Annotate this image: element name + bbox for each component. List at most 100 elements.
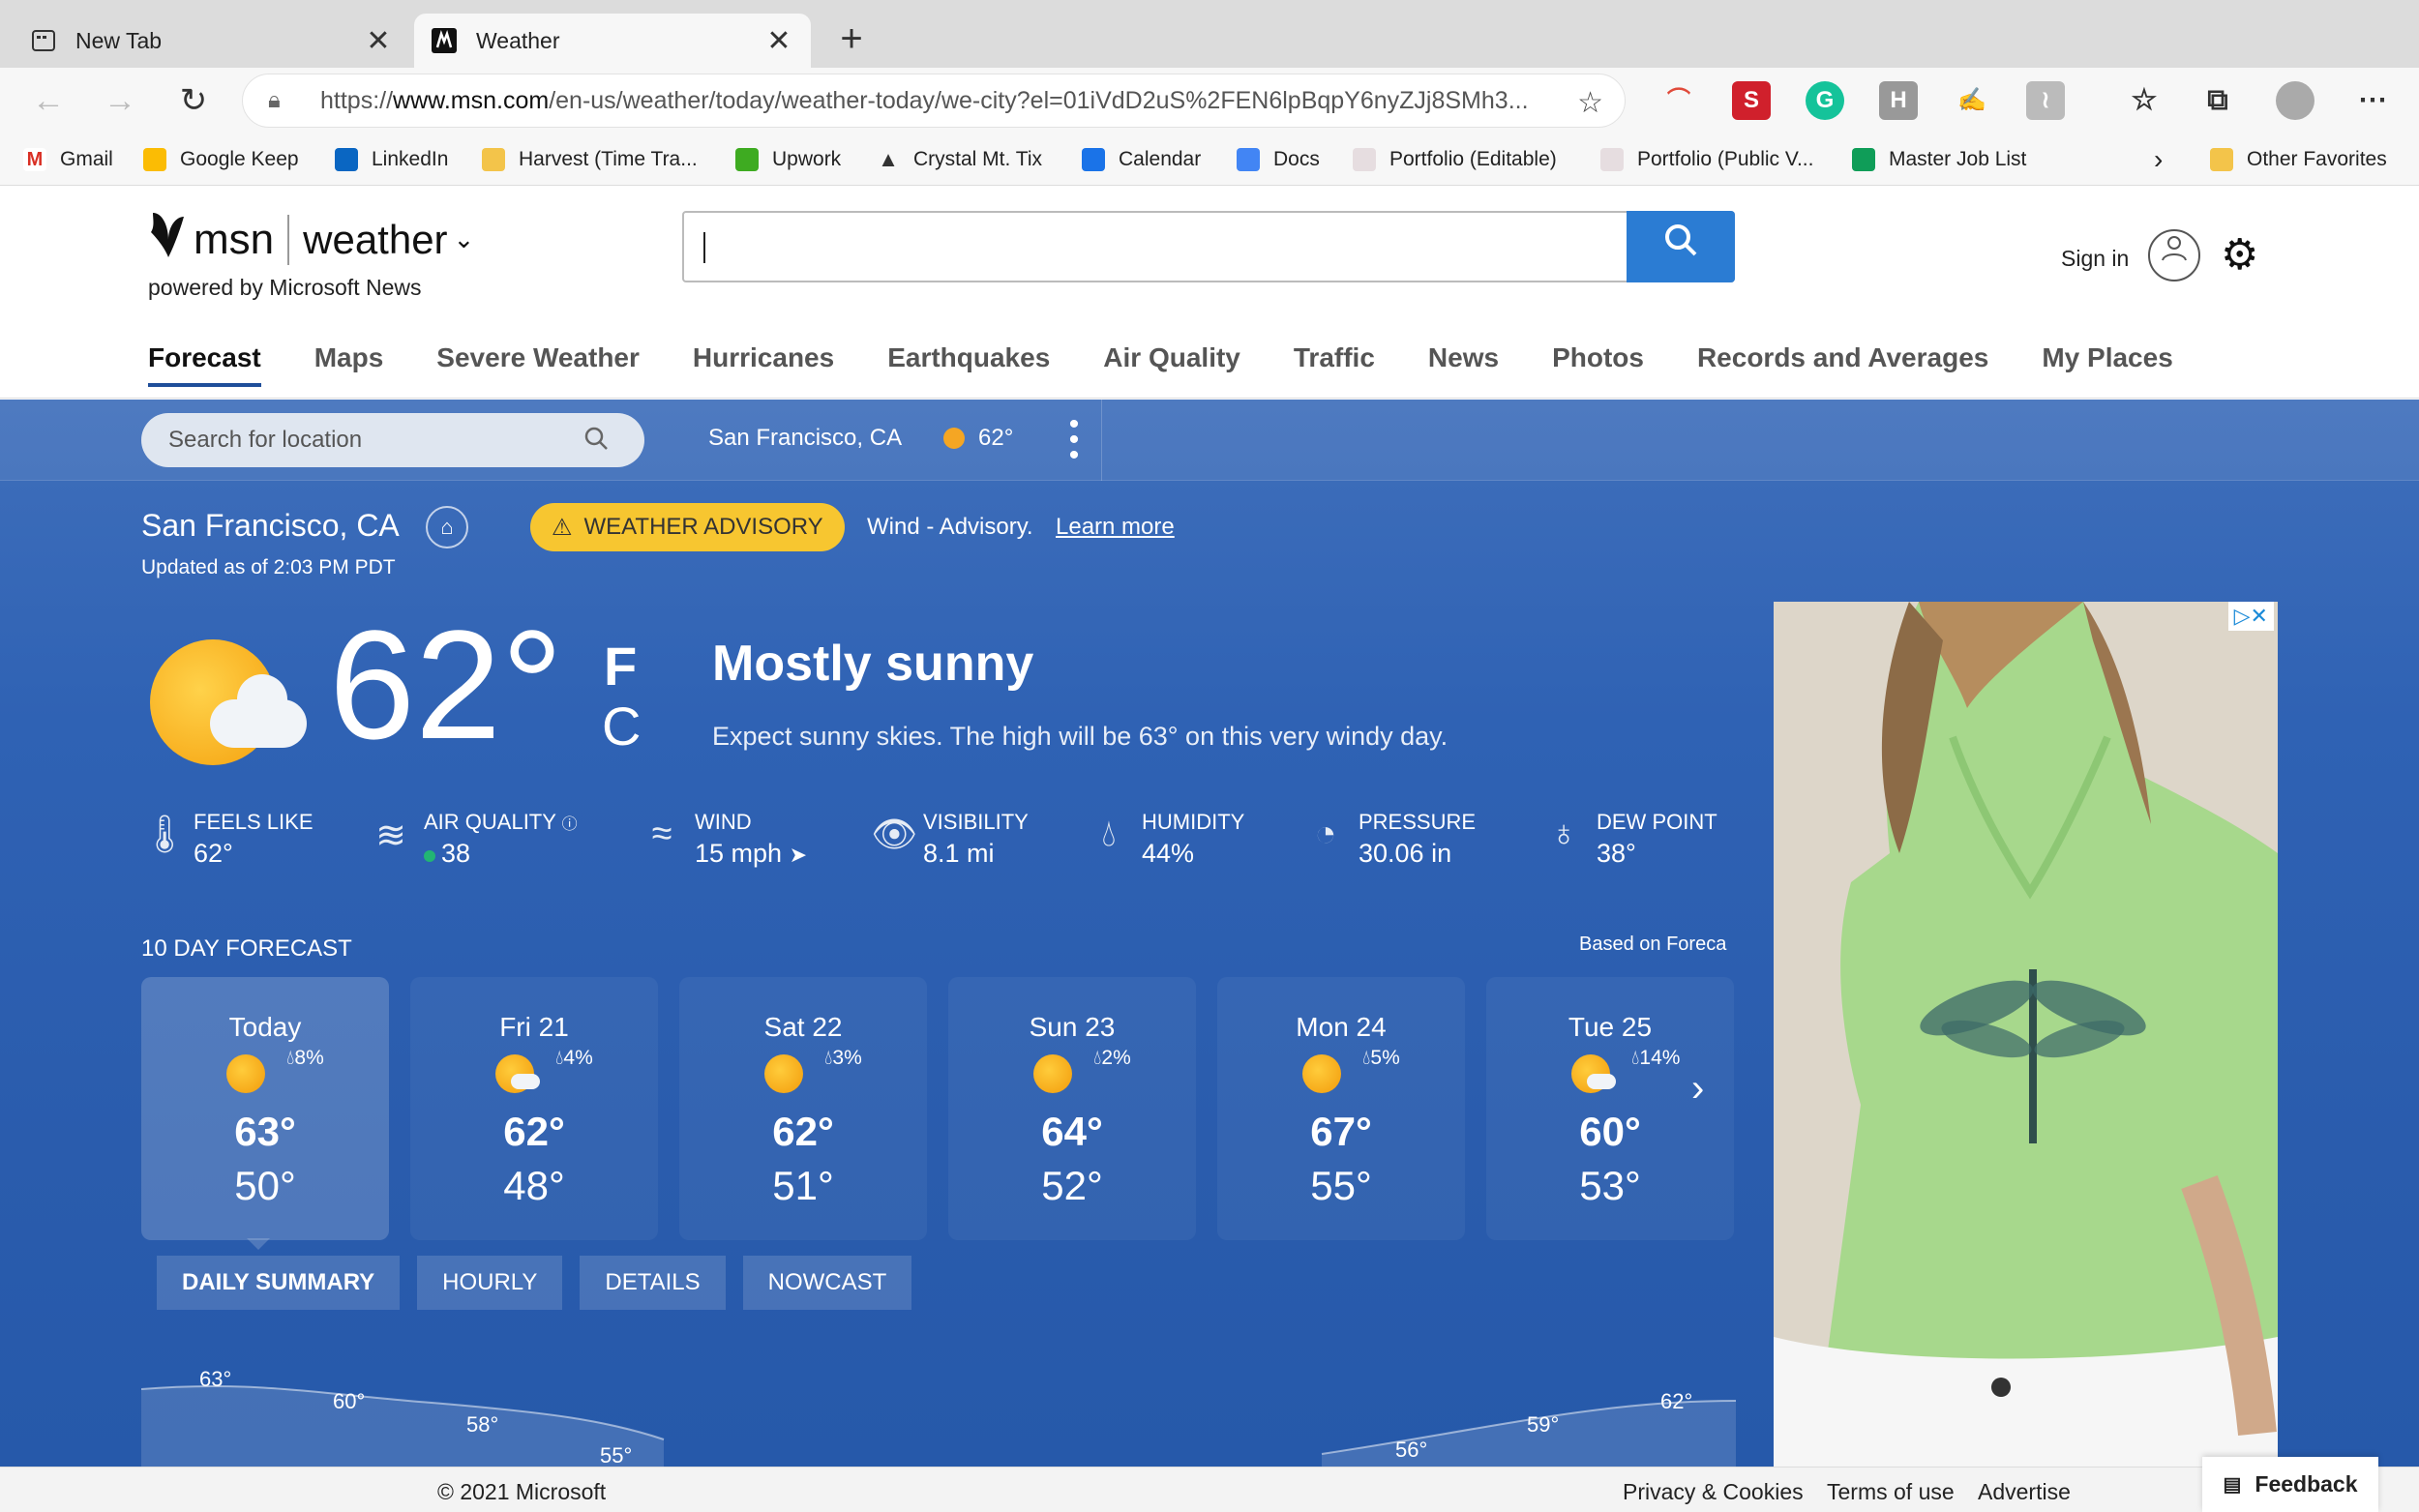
updated-time: Updated as of 2:03 PM PDT bbox=[141, 556, 396, 578]
bookmark-gmail[interactable]: M Gmail bbox=[23, 145, 113, 174]
feedback-button[interactable]: ▤ Feedback bbox=[2202, 1457, 2378, 1512]
high-temp: 64° bbox=[1041, 1109, 1103, 1154]
url-text: https://www.msn.com/en-us/weather/today/… bbox=[320, 86, 1529, 114]
tab-photos[interactable]: Photos bbox=[1552, 342, 1644, 387]
bookmark-google-keep[interactable]: Google Keep bbox=[143, 145, 299, 174]
tab-my-places[interactable]: My Places bbox=[2042, 342, 2172, 387]
precip-chance: 💧︎4% bbox=[555, 1047, 593, 1069]
logo-divider bbox=[287, 214, 290, 265]
tab-maps[interactable]: Maps bbox=[314, 342, 384, 387]
privacy-link[interactable]: Privacy & Cookies bbox=[1623, 1479, 1804, 1505]
more-menu-icon[interactable]: ⋯ bbox=[2353, 81, 2392, 120]
more-bookmarks-chevron-icon[interactable]: › bbox=[2154, 144, 2163, 174]
tab-daily-summary[interactable]: DAILY SUMMARY bbox=[157, 1256, 401, 1310]
precip-chance: 💧︎3% bbox=[824, 1047, 862, 1069]
tab-hurricanes[interactable]: Hurricanes bbox=[693, 342, 834, 387]
location-search-input[interactable]: Search for location bbox=[141, 413, 644, 467]
learn-more-link[interactable]: Learn more bbox=[1056, 514, 1175, 541]
unit-fahrenheit[interactable]: F bbox=[604, 635, 637, 697]
profile-avatar[interactable] bbox=[2276, 81, 2314, 120]
tab-news[interactable]: News bbox=[1428, 342, 1499, 387]
bookmark-harvest[interactable]: Harvest (Time Tra... bbox=[482, 145, 698, 174]
extension-grey-icon[interactable]: ≀ bbox=[2026, 81, 2065, 120]
tab-title: Weather bbox=[476, 27, 560, 53]
unit-celsius[interactable]: C bbox=[602, 695, 641, 757]
chart-label: 63° bbox=[199, 1367, 231, 1391]
extension-hand-icon[interactable]: ✍ bbox=[1953, 81, 1991, 120]
warning-icon: ⚠ bbox=[552, 514, 573, 541]
grammarly-icon[interactable]: G bbox=[1806, 81, 1844, 120]
bookmark-upwork[interactable]: Upwork bbox=[735, 145, 841, 174]
extension-rainbow-icon[interactable]: ⌒ bbox=[1659, 81, 1698, 120]
next-days-chevron-icon[interactable]: › bbox=[1691, 1067, 1704, 1111]
msn-weather-logo[interactable]: msn weather ⌄ bbox=[147, 207, 474, 272]
chevron-down-icon[interactable]: ⌄ bbox=[454, 224, 475, 254]
extension-s-icon[interactable]: S bbox=[1732, 81, 1771, 120]
tab-details[interactable]: DETAILS bbox=[580, 1256, 726, 1310]
stat-air-quality[interactable]: ≋ AIR QUALITY ⓘ 38 bbox=[372, 810, 578, 869]
favorite-location-temp[interactable]: 62° bbox=[943, 425, 1013, 452]
add-favorite-icon[interactable]: ☆ bbox=[1577, 86, 1603, 120]
web-search-input[interactable] bbox=[682, 211, 1735, 282]
terms-link[interactable]: Terms of use bbox=[1827, 1479, 1955, 1505]
tab-air-quality[interactable]: Air Quality bbox=[1103, 342, 1240, 387]
forecast-view-tabs: DAILY SUMMARY HOURLY DETAILS NOWCAST bbox=[157, 1256, 929, 1312]
sheets-icon bbox=[1852, 148, 1875, 171]
tab-severe-weather[interactable]: Severe Weather bbox=[436, 342, 640, 387]
copyright: © 2021 Microsoft bbox=[437, 1479, 607, 1504]
address-bar[interactable]: 🔒︎ https://www.msn.com/en-us/weather/tod… bbox=[242, 74, 1626, 128]
bookmark-docs[interactable]: Docs bbox=[1237, 145, 1320, 174]
bookmark-master-job-list[interactable]: Master Job List bbox=[1852, 145, 2026, 174]
advisory-text: Wind - Advisory. bbox=[867, 514, 1033, 540]
forecast-day-card[interactable]: Fri 21 💧︎4% 62° 48° bbox=[410, 977, 658, 1240]
advertise-link[interactable]: Advertise bbox=[1978, 1479, 2071, 1505]
stat-pressure: ◔ PRESSURE 30.06 in bbox=[1306, 810, 1477, 869]
gauge-icon: ◔ bbox=[1314, 814, 1337, 854]
bookmark-other-favorites[interactable]: Other Favorites bbox=[2210, 145, 2387, 174]
search-icon[interactable] bbox=[582, 425, 610, 459]
extension-h-icon[interactable]: H bbox=[1879, 81, 1918, 120]
forward-icon[interactable]: → bbox=[99, 79, 141, 122]
tab-records-averages[interactable]: Records and Averages bbox=[1697, 342, 1988, 387]
bookmark-crystal-mt[interactable]: ▲ Crystal Mt. Tix bbox=[877, 145, 1042, 174]
refresh-icon[interactable]: ↻ bbox=[172, 79, 215, 122]
bookmark-portfolio-public[interactable]: Portfolio (Public V... bbox=[1600, 145, 1813, 174]
more-options-icon[interactable]: • • • bbox=[1064, 410, 1084, 470]
tab-hourly[interactable]: HOURLY bbox=[417, 1256, 563, 1310]
new-tab-button[interactable]: + bbox=[830, 17, 873, 60]
forecast-day-card[interactable]: Today 💧︎8% 63° 50° bbox=[141, 977, 389, 1240]
user-avatar-icon[interactable] bbox=[2148, 229, 2200, 282]
advertisement[interactable]: ▷✕ bbox=[1774, 602, 2278, 1467]
close-tab-icon[interactable]: ✕ bbox=[364, 24, 393, 58]
browser-tab-weather[interactable]: Weather ✕ bbox=[414, 14, 811, 68]
high-temp: 62° bbox=[772, 1109, 834, 1154]
forecast-day-card[interactable]: Mon 24 💧︎5% 67° 55° bbox=[1217, 977, 1465, 1240]
collections-icon[interactable]: ⧉ bbox=[2198, 81, 2237, 120]
lock-icon: 🔒︎ bbox=[268, 87, 281, 113]
favorite-location[interactable]: San Francisco, CA bbox=[708, 425, 902, 452]
adchoices-close-icon[interactable]: ▷✕ bbox=[2227, 602, 2274, 631]
favorites-icon[interactable]: ☆ bbox=[2125, 81, 2164, 120]
bookmark-calendar[interactable]: Calendar bbox=[1082, 145, 1201, 174]
low-temp: 53° bbox=[1579, 1163, 1641, 1208]
browser-tab-new-tab[interactable]: New Tab ✕ bbox=[14, 14, 410, 68]
weather-advisory-badge[interactable]: ⚠ WEATHER ADVISORY bbox=[530, 503, 845, 551]
bookmark-linkedin[interactable]: LinkedIn bbox=[335, 145, 448, 174]
bookmark-portfolio-editable[interactable]: Portfolio (Editable) bbox=[1353, 145, 1557, 174]
home-icon[interactable]: ⌂ bbox=[426, 506, 468, 548]
forecast-day-card[interactable]: Sat 22 💧︎3% 62° 51° bbox=[679, 977, 927, 1240]
stat-dew-point: ♁ DEW POINT 38° bbox=[1544, 810, 1717, 869]
browser-toolbar: ← → ↻ 🔒︎ https://www.msn.com/en-us/weath… bbox=[0, 68, 2419, 133]
forecast-day-card[interactable]: Sun 23 💧︎2% 64° 52° bbox=[948, 977, 1196, 1240]
close-tab-icon[interactable]: ✕ bbox=[764, 24, 793, 58]
sign-in-link[interactable]: Sign in bbox=[2061, 246, 2129, 272]
tab-forecast[interactable]: Forecast bbox=[148, 342, 261, 387]
settings-gear-icon[interactable]: ⚙ bbox=[2221, 230, 2258, 280]
tab-traffic[interactable]: Traffic bbox=[1294, 342, 1375, 387]
location-bar: Search for location San Francisco, CA 62… bbox=[0, 400, 2419, 481]
search-button[interactable] bbox=[1627, 211, 1735, 282]
tab-nowcast[interactable]: NOWCAST bbox=[742, 1256, 912, 1310]
tab-earthquakes[interactable]: Earthquakes bbox=[887, 342, 1050, 387]
ad-image bbox=[1774, 602, 2278, 1467]
back-icon[interactable]: ← bbox=[27, 79, 70, 122]
